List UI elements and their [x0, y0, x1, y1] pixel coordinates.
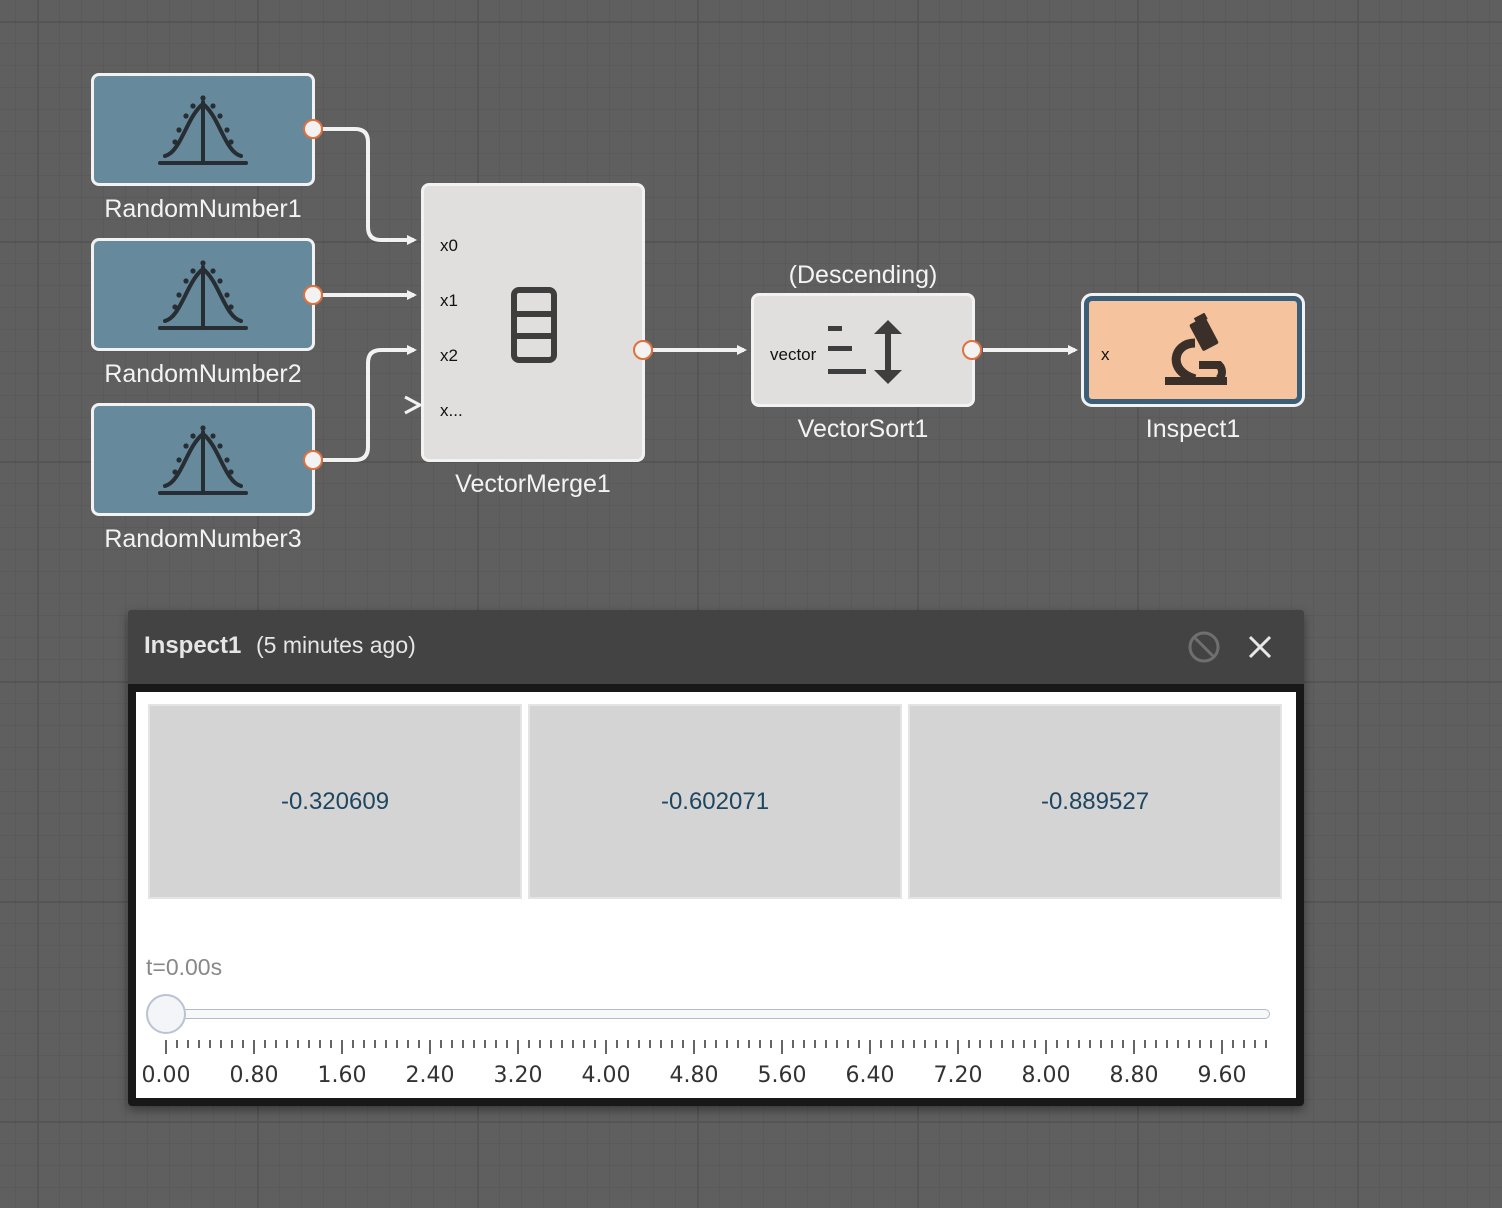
- inspect-panel-body: -0.320609 -0.602071 -0.889527 t=0.00s 0.…: [136, 692, 1296, 1098]
- random-number-1-label: RandomNumber1: [104, 195, 302, 223]
- tick-label: 8.00: [1022, 1063, 1071, 1088]
- tick-label: 1.60: [318, 1063, 367, 1088]
- inspect-node[interactable]: x: [1084, 296, 1302, 404]
- merge-input-x0-label: x0: [440, 236, 458, 255]
- bell-curve-icon: [158, 260, 248, 330]
- tick-label: 4.00: [582, 1063, 631, 1088]
- tick-label: 0.80: [230, 1063, 279, 1088]
- tick-label: 4.80: [670, 1063, 719, 1088]
- vector-sort-caption: (Descending): [788, 261, 938, 289]
- vector-sort-node[interactable]: vector: [751, 293, 975, 407]
- merge-input-x1-label: x1: [440, 291, 458, 310]
- time-readout: t=0.00s: [146, 954, 223, 980]
- time-slider-track[interactable]: [166, 1009, 1270, 1019]
- variadic-input-chevron: [404, 395, 424, 415]
- close-icon[interactable]: [1242, 629, 1278, 665]
- vector-sort-label: VectorSort1: [797, 415, 929, 443]
- value-cell-2: -0.889527: [908, 704, 1282, 899]
- value-cell-0: -0.320609: [148, 704, 522, 899]
- random-number-1-output-port[interactable]: [303, 119, 323, 139]
- time-slider-thumb[interactable]: [146, 994, 186, 1034]
- disable-icon[interactable]: [1186, 629, 1222, 665]
- inspect-node-label: Inspect1: [1145, 415, 1241, 443]
- random-number-node-1[interactable]: [91, 73, 315, 186]
- merge-input-variadic-label: x...: [440, 401, 463, 420]
- tick-label: 3.20: [494, 1063, 543, 1088]
- tick-label: 0.00: [142, 1063, 191, 1088]
- bell-curve-icon: [158, 95, 248, 165]
- tick-label: 9.60: [1198, 1063, 1247, 1088]
- tick-label: 7.20: [934, 1063, 983, 1088]
- microscope-icon: [1165, 313, 1227, 385]
- random-number-2-label: RandomNumber2: [104, 360, 302, 388]
- sort-icon: [828, 320, 902, 384]
- wire-random3-merge: [323, 345, 417, 462]
- wire-random1-merge: [323, 127, 417, 245]
- time-slider-scale: 0.00 0.80 1.60 2.40 3.20 4.00 4.80 5.60 6.40 7.20…: [142, 1040, 1267, 1088]
- inspect-input-x-label: x: [1101, 345, 1110, 364]
- vector-sort-output-port[interactable]: [962, 340, 982, 360]
- stacked-rows-icon: [511, 287, 557, 363]
- tick-label: 6.40: [846, 1063, 895, 1088]
- vector-merge-node[interactable]: x0 x1 x2 x...: [421, 183, 645, 462]
- random-number-node-2[interactable]: [91, 238, 315, 351]
- tick-label: 8.80: [1110, 1063, 1159, 1088]
- value-cell-1: -0.602071: [528, 704, 902, 899]
- bell-curve-icon: [158, 425, 248, 495]
- merge-input-x2-label: x2: [440, 346, 458, 365]
- vector-merge-output-port[interactable]: [633, 340, 653, 360]
- random-number-2-output-port[interactable]: [303, 285, 323, 305]
- inspect-panel-timestamp: (5 minutes ago): [256, 632, 416, 658]
- random-number-3-output-port[interactable]: [303, 450, 323, 470]
- inspect-panel: Inspect1 (5 minutes ago) -0.320609 -0.60…: [128, 610, 1304, 1106]
- vector-merge-label: VectorMerge1: [455, 470, 611, 498]
- sort-input-vector-label: vector: [770, 345, 817, 364]
- inspect-panel-header: Inspect1 (5 minutes ago): [128, 610, 1304, 684]
- random-number-node-3[interactable]: [91, 403, 315, 516]
- tick-label: 5.60: [758, 1063, 807, 1088]
- random-number-3-label: RandomNumber3: [104, 525, 302, 553]
- tick-label: 2.40: [406, 1063, 455, 1088]
- inspect-panel-title: Inspect1: [144, 632, 242, 659]
